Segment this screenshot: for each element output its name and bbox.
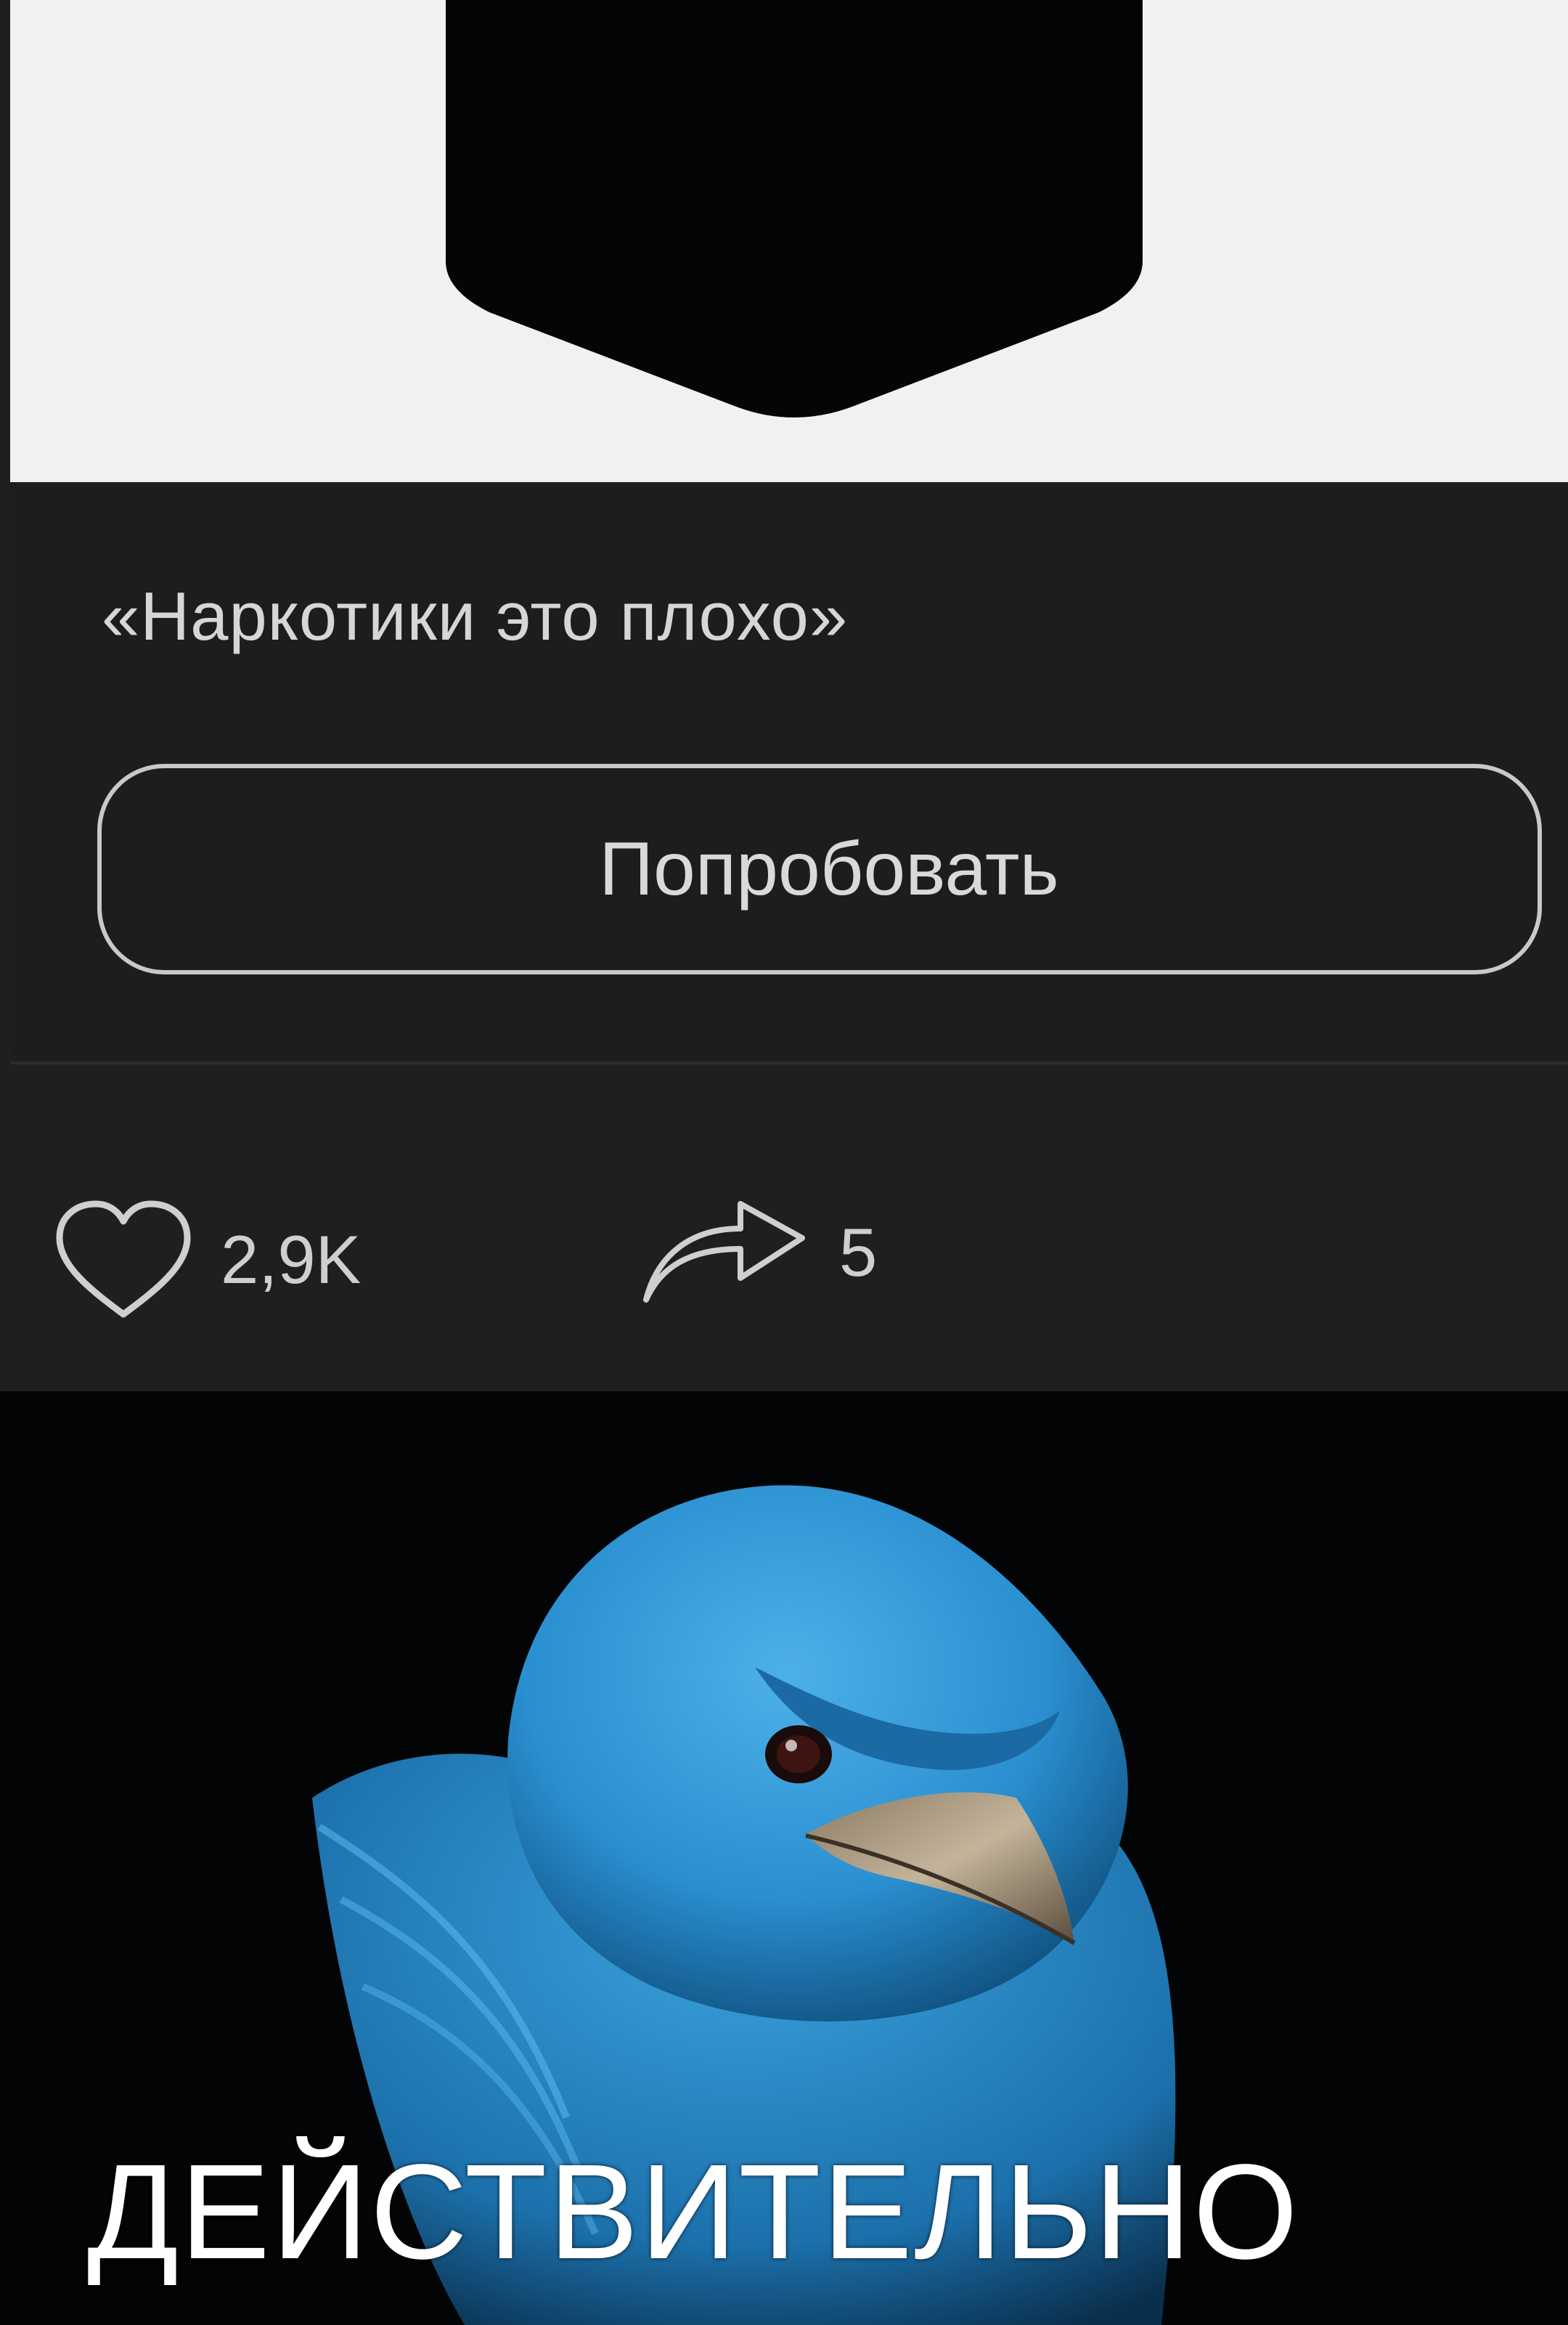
black-bottle-shape [446, 0, 1143, 418]
share-arrow-icon [639, 1198, 813, 1307]
post-image [10, 0, 1568, 482]
post-quote: «Наркотики это плохо» [102, 578, 849, 654]
like-button[interactable]: 2,9K [51, 1198, 361, 1322]
shares-count: 5 [839, 1214, 878, 1290]
meme-caption: ДЕЙСТВИТЕЛЬНО [87, 2137, 1300, 2287]
screenshot-page: «Наркотики это плохо» Попробовать 2,9K 5 [0, 0, 1568, 2325]
try-button[interactable]: Попробовать [97, 764, 1542, 974]
heart-icon [51, 1198, 196, 1322]
share-button[interactable]: 5 [639, 1198, 877, 1307]
likes-count: 2,9K [221, 1221, 362, 1298]
meme-image: ДЕЙСТВИТЕЛЬНО [0, 1391, 1568, 2325]
